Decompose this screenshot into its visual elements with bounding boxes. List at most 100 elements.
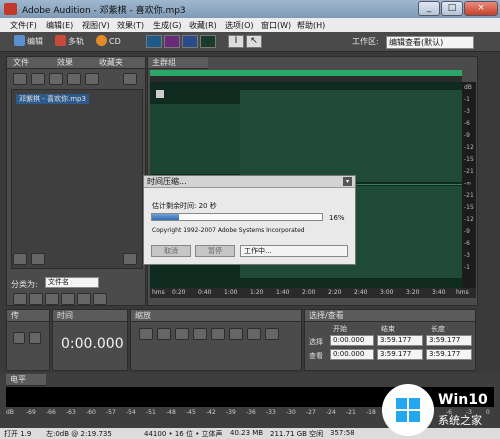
play-file-icon[interactable] [85,73,99,85]
menu-help[interactable]: 帮助(H) [297,20,325,31]
level-scale-label: -54 [126,409,136,416]
tab-favorites[interactable]: 收藏夹 [99,57,123,68]
level-scale-label: -27 [306,409,316,416]
zoom-in-horizontal-icon[interactable] [139,328,153,340]
insert-file-icon[interactable] [67,73,81,85]
loop-icon[interactable] [31,253,45,265]
db-ruler: dB -1 -3 -6 -9 -12 -15 -21 -∞ -21 -15 -1… [462,82,476,288]
status-peak: 左:0dB @ 2:19.735 [46,430,112,438]
time-panel: 时间 0:00.000 [52,309,128,371]
tab-zoom[interactable]: 缩放 [131,310,301,322]
workspace-select[interactable]: 编辑查看(默认) [386,36,474,49]
cd-view-button[interactable]: CD [96,35,121,49]
menu-view[interactable]: 视图(V) [82,20,110,31]
level-scale-label: -51 [146,409,156,416]
edit-view-button[interactable]: 编辑 [14,35,43,49]
time-label: hms [152,289,165,296]
show-loop-icon[interactable] [29,293,43,305]
file-panel: 文件 效果 收藏夹 邓紫棋 - 喜欢你.mp3 分类为: 文件名 [6,56,146,306]
menu-file[interactable]: 文件(F) [10,20,37,31]
tab-files[interactable]: 文件 [13,57,29,68]
zoom-selection-icon[interactable] [229,328,243,340]
tab-selection-view[interactable]: 选择/查看 [305,310,475,322]
waveform-display-icon[interactable] [146,35,162,48]
tab-main-group[interactable]: 主群组 [148,57,208,69]
multitrack-view-button[interactable]: 多轨 [55,35,84,49]
main-tab-label: 主群组 [152,58,176,67]
list-item[interactable]: 邓紫棋 - 喜欢你.mp3 [16,94,89,104]
time-label: 2:20 [328,289,342,296]
time-ruler[interactable]: hms 0:20 0:40 1:00 1:20 1:40 2:00 2:20 2… [150,288,476,298]
db-label: -9 [464,228,470,235]
selection-row-label: 选择 [309,338,323,346]
close-button[interactable]: × [464,1,498,16]
db-label: -∞ [464,180,472,187]
zoom-left-icon[interactable] [193,328,207,340]
time-display: 0:00.000 [61,336,124,352]
level-scale-label: -63 [66,409,76,416]
time-label: 1:00 [224,289,238,296]
cancel-button[interactable]: 取消 [151,245,191,257]
menu-window[interactable]: 窗口(W) [261,20,291,31]
clip-indicator-icon [156,90,164,98]
view-length-field[interactable]: 3:59.177 [426,349,472,360]
maximize-button[interactable]: □ [441,1,463,16]
tab-level[interactable]: 电平 [6,374,46,386]
sort-select[interactable]: 文件名 [45,277,99,288]
tab-effects[interactable]: 效果 [57,57,73,68]
show-cues-icon[interactable] [93,293,107,305]
play-icon[interactable] [29,332,41,344]
selection-length-field[interactable]: 3:59.177 [426,335,472,346]
db-label: -3 [464,108,470,115]
menu-edit[interactable]: 编辑(E) [46,20,73,31]
marquee-tool-icon[interactable]: ↖ [246,35,262,48]
logo-tile [396,411,407,422]
progress-fill [152,214,180,220]
pause-button[interactable]: 暂停 [195,245,235,257]
time-selection-tool-icon[interactable]: I [228,35,244,48]
time-label: 2:00 [302,289,316,296]
zoom-in-vertical-icon[interactable] [247,328,261,340]
selection-start-field[interactable]: 0:00.000 [330,335,374,346]
tab-transport[interactable]: 传 [7,310,49,322]
title-bar: Adobe Audition - 邓紫棋 - 喜欢你.mp3 _ □ × [0,0,500,18]
menu-options[interactable]: 选项(O) [225,20,254,31]
zoom-out-horizontal-icon[interactable] [157,328,171,340]
dialog-menu-icon[interactable]: ▾ [343,177,352,186]
autoplay-icon[interactable] [13,253,27,265]
header-start: 开始 [333,325,347,333]
show-files-icon[interactable] [123,253,137,265]
minimize-button[interactable]: _ [418,1,440,16]
menu-favorites[interactable]: 收藏(R) [189,20,217,31]
import-file-icon[interactable] [13,73,27,85]
progress-percent: 16% [329,214,345,222]
level-scale-label: -48 [166,409,176,416]
pan-display-icon[interactable] [182,35,198,48]
time-label: 3:40 [432,289,446,296]
zoom-out-full-icon[interactable] [175,328,189,340]
view-start-field[interactable]: 0:00.000 [330,349,374,360]
phase-display-icon[interactable] [200,35,216,48]
menu-generate[interactable]: 生成(G) [153,20,181,31]
show-video-icon[interactable] [45,293,59,305]
stop-icon[interactable] [13,332,25,344]
spectral-display-icon[interactable] [164,35,180,48]
menu-effects[interactable]: 效果(T) [117,20,144,31]
view-end-field[interactable]: 3:59.177 [377,349,423,360]
progress-bar [151,213,323,221]
tab-time[interactable]: 时间 [53,310,127,322]
full-paths-icon[interactable] [77,293,91,305]
db-label: -12 [464,144,474,151]
zoom-out-vertical-icon[interactable] [265,328,279,340]
edit-file-icon[interactable] [49,73,63,85]
close-file-icon[interactable] [31,73,45,85]
menu-bar: 文件(F) 编辑(E) 视图(V) 效果(T) 生成(G) 收藏(R) 选项(O… [0,18,500,32]
show-midi-icon[interactable] [61,293,75,305]
loop-file-icon[interactable] [123,73,137,85]
waveform-upper-intro [150,104,240,174]
zoom-right-icon[interactable] [211,328,225,340]
time-label: 3:20 [406,289,420,296]
selection-end-field[interactable]: 3:59.177 [377,335,423,346]
show-audio-icon[interactable] [13,293,27,305]
cd-label: CD [109,37,121,46]
